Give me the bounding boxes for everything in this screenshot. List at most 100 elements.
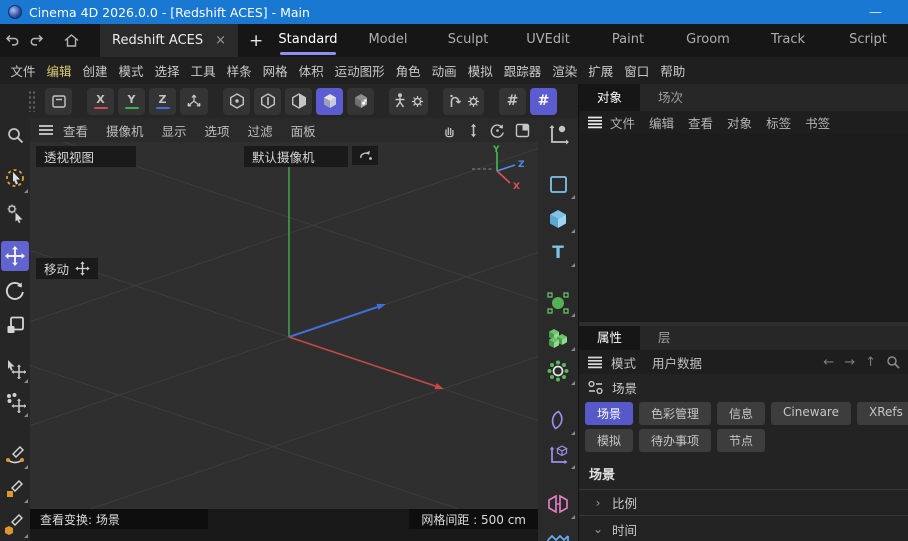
generator-button[interactable]	[540, 356, 576, 386]
cube-primitive-button[interactable]	[540, 204, 576, 234]
vp-menu-display[interactable]: 显示	[153, 121, 196, 140]
hamburger-icon[interactable]	[38, 124, 54, 136]
home-icon[interactable]	[56, 24, 86, 57]
rotation-order-settings-button[interactable]	[443, 88, 484, 115]
attr-tab-nodes[interactable]: 节点	[717, 429, 765, 452]
menu-extensions[interactable]: 扩展	[583, 61, 619, 80]
om-menu-objects[interactable]: 对象	[720, 113, 759, 132]
workplane-grid-button[interactable]: #	[499, 88, 526, 115]
attr-tab-scene[interactable]: 场景	[585, 402, 633, 425]
history-back-icon[interactable]: ←	[823, 355, 834, 370]
vp-menu-cameras[interactable]: 摄像机	[97, 121, 153, 140]
menu-edit[interactable]: 编辑	[41, 61, 77, 80]
close-icon[interactable]: ×	[215, 33, 226, 48]
layout-tab-track[interactable]: Track	[748, 24, 828, 57]
group-time[interactable]: ⌄ 时间	[579, 516, 908, 541]
minimize-button[interactable]: —	[869, 5, 882, 20]
menu-tools[interactable]: 工具	[185, 61, 221, 80]
texture-mode-button[interactable]	[347, 88, 374, 115]
workplane-button[interactable]	[540, 120, 576, 150]
points-mode-button[interactable]	[223, 88, 250, 115]
parent-up-icon[interactable]: ↑	[865, 355, 876, 370]
layout-tab-script[interactable]: Script	[828, 24, 908, 57]
layout-tab-uvedit[interactable]: UVEdit	[508, 24, 588, 57]
viewport-camera-label[interactable]: 默认摄像机	[244, 146, 348, 167]
am-menu-userdata[interactable]: 用户数据	[644, 353, 710, 372]
attr-tab-todo[interactable]: 待办事项	[639, 429, 711, 452]
attr-tab-simulation[interactable]: 模拟	[585, 429, 633, 452]
vp-menu-filter[interactable]: 过滤	[239, 121, 282, 140]
attr-tab-cineware[interactable]: Cineware	[771, 402, 851, 425]
menu-mograph[interactable]: 运动图形	[329, 61, 390, 80]
sketch-pen-tool[interactable]	[1, 474, 29, 505]
viewport-solo-button[interactable]	[45, 88, 72, 115]
om-menu-edit[interactable]: 编辑	[642, 113, 681, 132]
search-icon[interactable]	[886, 355, 900, 369]
vp-menu-panel[interactable]: 面板	[282, 121, 325, 140]
om-menu-file[interactable]: 文件	[603, 113, 642, 132]
live-selection-tool[interactable]	[1, 163, 29, 194]
hamburger-icon[interactable]	[587, 356, 603, 369]
sliders-icon[interactable]	[587, 380, 604, 395]
tab-layers[interactable]: 层	[640, 326, 689, 350]
attr-tab-color-management[interactable]: 色彩管理	[639, 402, 711, 425]
model-mode-button[interactable]	[316, 88, 343, 115]
menu-volume[interactable]: 体积	[293, 61, 329, 80]
viewport-view-label[interactable]: 透视视图	[36, 146, 136, 167]
symmetry-button[interactable]	[540, 489, 576, 519]
layout-tab-sculpt[interactable]: Sculpt	[428, 24, 508, 57]
move-tool[interactable]	[1, 241, 29, 272]
dolly-icon[interactable]	[467, 123, 480, 138]
tab-objects[interactable]: 对象	[579, 84, 640, 111]
undo-icon[interactable]	[0, 24, 24, 57]
toggle-views-icon[interactable]	[515, 123, 530, 138]
subdivision-surface-button[interactable]	[540, 287, 576, 317]
menu-create[interactable]: 创建	[77, 61, 113, 80]
hair-button[interactable]	[540, 531, 576, 541]
object-list[interactable]	[579, 133, 908, 322]
tab-attributes[interactable]: 属性	[579, 326, 640, 350]
soft-move-tool[interactable]	[1, 388, 29, 419]
attr-tab-info[interactable]: 信息	[717, 402, 765, 425]
polygons-mode-button[interactable]	[285, 88, 312, 115]
edges-mode-button[interactable]	[254, 88, 281, 115]
vp-menu-view[interactable]: 查看	[54, 121, 97, 140]
scale-tool[interactable]	[1, 310, 29, 341]
viewport-canvas[interactable]: 透视视图 默认摄像机 移动 Y Z X	[30, 142, 538, 509]
lock-z-axis-button[interactable]: Z	[149, 88, 176, 115]
history-forward-icon[interactable]: →	[844, 355, 855, 370]
lock-y-axis-button[interactable]: Y	[118, 88, 145, 115]
toolbar-grip[interactable]	[28, 90, 35, 112]
am-menu-mode[interactable]: 模式	[603, 353, 644, 372]
layout-tab-standard[interactable]: Standard	[268, 24, 348, 57]
hamburger-icon[interactable]	[587, 116, 603, 129]
menu-simulate[interactable]: 模拟	[462, 61, 498, 80]
selection-move-tool[interactable]	[1, 353, 29, 384]
menu-mesh[interactable]: 网格	[257, 61, 293, 80]
lock-x-axis-button[interactable]: X	[87, 88, 114, 115]
layout-tab-paint[interactable]: Paint	[588, 24, 668, 57]
figure-mode-settings-button[interactable]	[389, 88, 428, 115]
spline-primitive-button[interactable]	[540, 169, 576, 199]
layout-tab-groom[interactable]: Groom	[668, 24, 748, 57]
snap-settings-button[interactable]: #	[530, 88, 557, 115]
menu-window[interactable]: 窗口	[619, 61, 655, 80]
volume-builder-button[interactable]	[540, 322, 576, 352]
text-primitive-button[interactable]: T	[540, 238, 576, 268]
axis-gizmo-button[interactable]	[180, 88, 208, 115]
document-tab[interactable]: Redshift ACES ×	[100, 24, 238, 57]
tweak-tool[interactable]	[1, 198, 29, 229]
pan-hand-icon[interactable]	[442, 123, 457, 138]
menu-help[interactable]: 帮助	[655, 61, 691, 80]
menu-animate[interactable]: 动画	[426, 61, 462, 80]
menu-select[interactable]: 选择	[149, 61, 185, 80]
menu-render[interactable]: 渲染	[547, 61, 583, 80]
menu-mode[interactable]: 模式	[113, 61, 149, 80]
layout-tab-model[interactable]: Model	[348, 24, 428, 57]
rotate-tool[interactable]	[1, 275, 29, 306]
om-menu-tags[interactable]: 标签	[759, 113, 798, 132]
orbit-icon[interactable]	[490, 123, 505, 138]
field-button[interactable]	[540, 406, 576, 436]
redo-icon[interactable]	[24, 24, 48, 57]
tab-takes[interactable]: 场次	[640, 84, 701, 111]
